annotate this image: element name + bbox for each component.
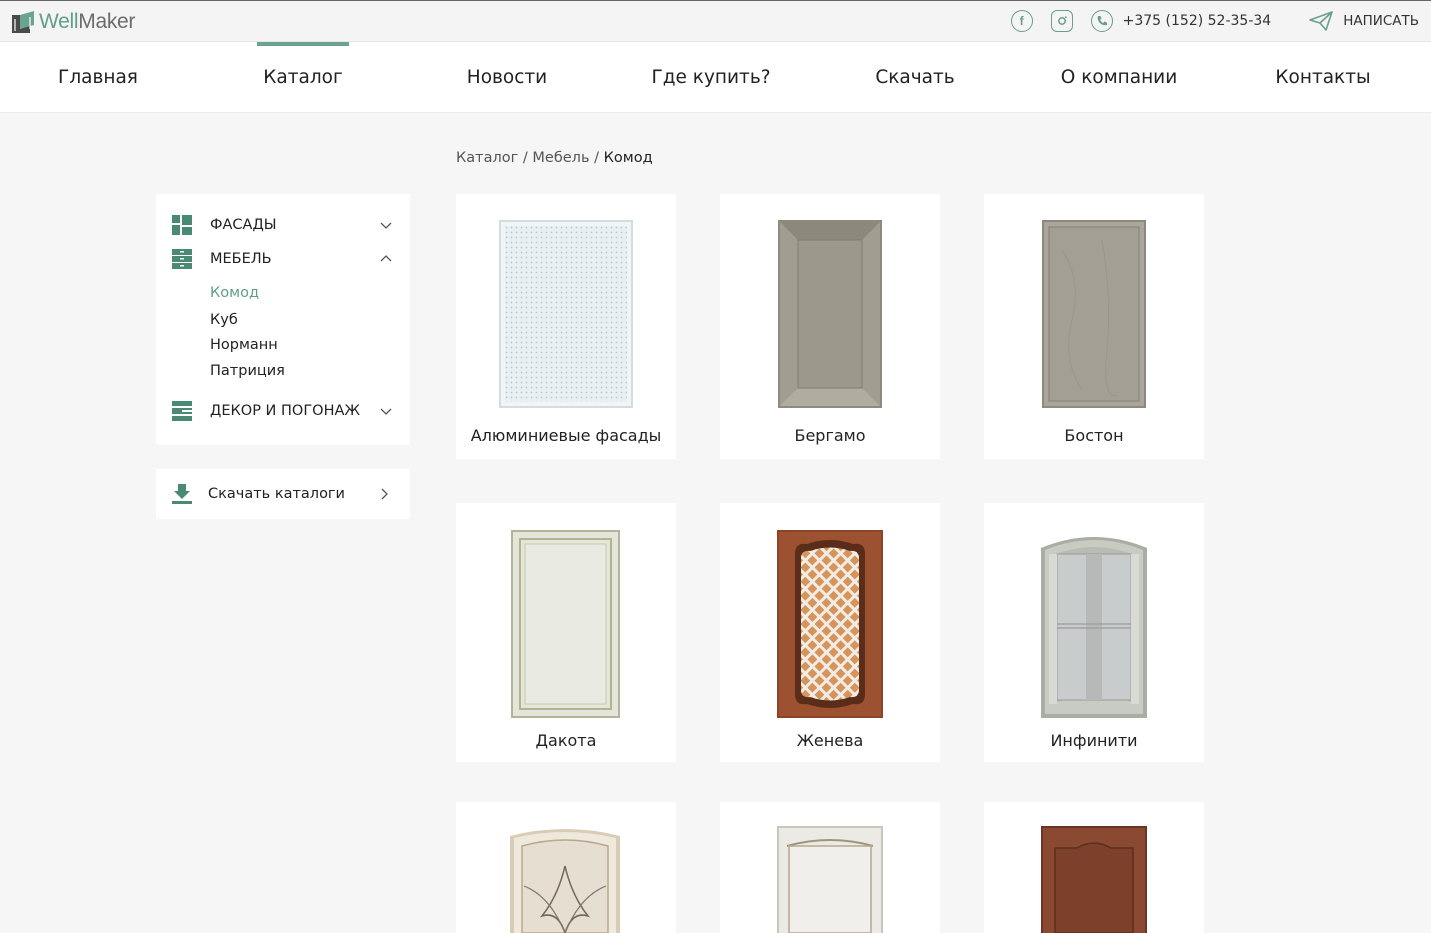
logo-text-well: Well <box>39 10 79 33</box>
subcategory-patriciya[interactable]: Патриция <box>210 363 285 379</box>
nav-item-news[interactable]: Новости <box>461 42 553 113</box>
nav-item-about[interactable]: О компании <box>1061 42 1177 113</box>
download-catalogs-button[interactable]: Скачать каталоги <box>156 469 410 519</box>
product-image <box>777 530 883 718</box>
product-card[interactable]: Бостон <box>984 194 1204 459</box>
breadcrumb-link-furniture[interactable]: Мебель <box>532 150 589 166</box>
instagram-icon[interactable] <box>1050 10 1073 32</box>
phone-number: +375 (152) 52-35-34 <box>1122 13 1272 29</box>
phone-link[interactable]: +375 (152) 52-35-34 <box>1090 10 1272 32</box>
breadcrumb-separator: / <box>589 150 604 166</box>
main-nav: Главная Каталог Новости Где купить? Скач… <box>0 42 1431 113</box>
product-title: Дакота <box>535 731 597 750</box>
chevron-down-icon <box>380 222 392 229</box>
logo-text-maker: Maker <box>78 10 136 33</box>
write-button[interactable]: НАПИСАТЬ <box>1309 11 1419 31</box>
product-title: Бостон <box>1064 426 1124 445</box>
logo[interactable]: WellMaker <box>12 11 135 33</box>
category-sidebar: ФАСАДЫ МЕБЕЛЬ Комод Куб Норманн Патриция… <box>156 194 410 445</box>
furniture-icon <box>172 249 192 269</box>
product-image <box>778 220 882 408</box>
product-card[interactable] <box>720 802 940 933</box>
product-card[interactable]: Бергамо <box>720 194 940 459</box>
subcategory-normann[interactable]: Норманн <box>210 337 278 353</box>
logo-text: WellMaker <box>39 11 135 33</box>
instagram-glyph-icon <box>1057 16 1067 25</box>
top-bar: WellMaker f +375 (152) 52-35-34 НАПИСАТЬ <box>0 0 1431 42</box>
breadcrumb-separator: / <box>518 150 533 166</box>
product-title: Бергамо <box>794 426 866 445</box>
product-image <box>1041 826 1147 933</box>
breadcrumb-link-catalog[interactable]: Каталог <box>456 150 518 166</box>
facades-icon <box>172 215 192 235</box>
product-card[interactable]: Дакота <box>456 503 676 762</box>
product-card[interactable] <box>984 802 1204 933</box>
product-card[interactable]: Алюминиевые фасады <box>456 194 676 459</box>
nav-item-contacts[interactable]: Контакты <box>1275 42 1370 113</box>
decor-icon <box>172 401 192 421</box>
write-label: НАПИСАТЬ <box>1343 13 1419 29</box>
nav-item-catalog[interactable]: Каталог <box>257 42 349 113</box>
category-label: МЕБЕЛЬ <box>210 251 272 267</box>
product-title: Женева <box>796 731 864 750</box>
product-image <box>511 530 620 718</box>
product-image <box>1042 220 1146 408</box>
nav-item-where-to-buy[interactable]: Где купить? <box>651 42 770 113</box>
download-icon <box>172 484 192 504</box>
chevron-up-icon <box>380 255 392 262</box>
paper-plane-icon <box>1309 11 1333 31</box>
category-label: ФАСАДЫ <box>210 217 277 233</box>
nav-item-download[interactable]: Скачать <box>869 42 961 113</box>
category-facades[interactable]: ФАСАДЫ <box>172 213 394 237</box>
product-card[interactable]: Женева <box>720 503 940 762</box>
product-card[interactable]: Инфинити <box>984 503 1204 762</box>
logo-mark-icon <box>12 11 34 33</box>
download-label: Скачать каталоги <box>208 486 345 502</box>
breadcrumb: Каталог / Мебель / Комод <box>456 150 653 166</box>
category-furniture[interactable]: МЕБЕЛЬ <box>172 247 394 271</box>
product-image <box>777 826 883 933</box>
chevron-right-icon <box>381 488 388 500</box>
subcategory-kub[interactable]: Куб <box>210 312 238 328</box>
category-label: ДЕКОР И ПОГОНАЖ <box>210 403 361 419</box>
product-card[interactable] <box>456 802 676 933</box>
subcategory-komod[interactable]: Комод <box>210 285 259 301</box>
product-title: Алюминиевые фасады <box>470 426 662 445</box>
product-image <box>510 829 620 933</box>
product-title: Инфинити <box>1050 731 1138 750</box>
product-image <box>1041 537 1147 718</box>
facebook-icon[interactable]: f <box>1010 10 1033 32</box>
product-image <box>499 220 633 408</box>
phone-icon <box>1090 10 1113 32</box>
breadcrumb-current: Комод <box>603 150 653 166</box>
nav-item-home[interactable]: Главная <box>52 42 144 113</box>
phone-glyph-icon <box>1097 16 1107 26</box>
chevron-down-icon <box>380 408 392 415</box>
category-decor[interactable]: ДЕКОР И ПОГОНАЖ <box>172 399 394 423</box>
